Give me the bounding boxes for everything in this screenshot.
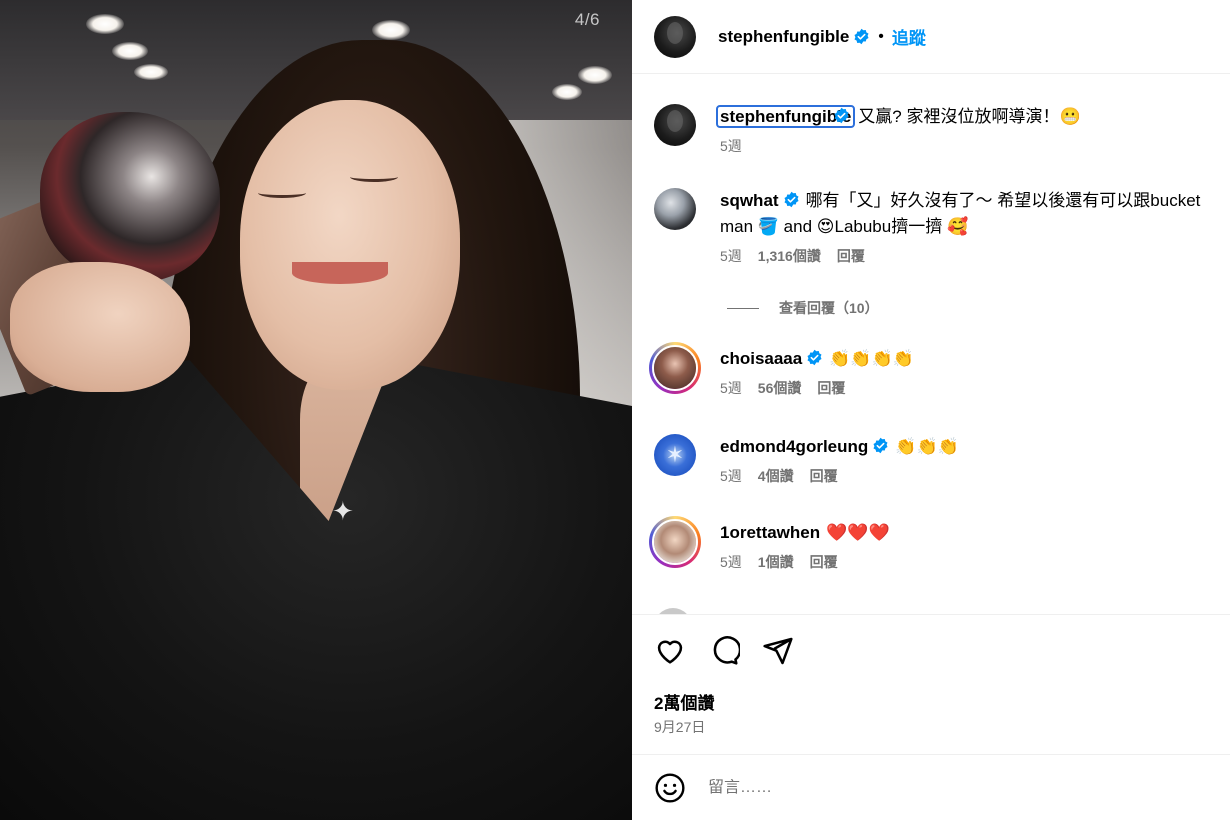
necklace-star-icon: ✦ (332, 496, 354, 526)
person-face (240, 100, 460, 390)
verified-badge-icon (873, 437, 888, 454)
emoji-icon[interactable] (654, 772, 686, 804)
post-photo[interactable]: ✦ 4/6 (0, 0, 632, 820)
ceiling-light (134, 64, 168, 80)
commenter-username[interactable]: sqwhat (720, 191, 779, 210)
post-header: stephenfungible • 追蹤 (632, 0, 1230, 74)
comment-age[interactable]: 5週 (720, 246, 742, 266)
comment-text: 👏👏👏👏 (829, 349, 914, 368)
author-username[interactable]: stephenfungible (718, 27, 849, 47)
commenter-username[interactable]: choisaaaa (720, 349, 802, 368)
ceiling-light (86, 14, 124, 34)
commenter-avatar (654, 521, 696, 563)
comment-composer (632, 754, 1230, 820)
view-replies-label: 查看回覆（10） (779, 300, 879, 316)
trophy (40, 112, 220, 282)
photo-counter: 4/6 (574, 10, 600, 29)
commenter-avatar[interactable] (654, 188, 696, 230)
share-icon[interactable] (762, 635, 794, 667)
dancer-icon: ✶ (665, 442, 685, 467)
commenter-avatar[interactable]: ✶ (654, 434, 696, 476)
commenter-avatar (654, 347, 696, 389)
comment-item: sqwhat 哪有「又」好久沒有了～ 希望以後還有可以跟bucket man 🪣 … (654, 188, 1210, 266)
reply-button[interactable]: 回覆 (810, 466, 838, 486)
ceiling-light (372, 20, 410, 40)
heart-icon[interactable] (654, 635, 686, 667)
commenter-username[interactable]: 1orettawhen (720, 523, 820, 542)
comment-likes[interactable]: 1個讚 (758, 552, 794, 572)
comment-text: ❤️❤️❤️ (826, 523, 890, 542)
story-ring[interactable] (649, 516, 701, 568)
comment-age[interactable]: 5週 (720, 552, 742, 572)
comment-item: 1orettawhen ❤️❤️❤️ 5週 1個讚 回覆 (649, 516, 1210, 572)
story-ring[interactable] (649, 342, 701, 394)
likes-count[interactable]: 2萬個讚 (654, 689, 714, 714)
comment-age[interactable]: 5週 (720, 378, 742, 398)
person-smile (292, 262, 388, 284)
reply-button[interactable]: 回覆 (810, 552, 838, 572)
author-avatar[interactable] (654, 15, 696, 58)
comment-item: ✶ edmond4gorleung 👏👏👏 5週 4個讚 回覆 (654, 434, 1210, 486)
reply-button[interactable]: 回覆 (837, 246, 865, 266)
post-actions: 2萬個讚 9月27日 (632, 614, 1230, 754)
ceiling-light (112, 42, 148, 60)
comment-likes[interactable]: 1,316個讚 (758, 246, 821, 266)
ceiling-light (578, 66, 612, 84)
ceiling-light (552, 84, 582, 100)
comment-text: 又贏? 家裡沒位放啊導演！😬 (858, 107, 1081, 126)
view-replies-button[interactable]: 查看回覆（10） (727, 298, 879, 318)
verified-badge-icon (784, 191, 799, 208)
reply-button[interactable]: 回覆 (817, 378, 845, 398)
post-viewer: ✦ 4/6 stephenfungible • 追蹤 stephenfungib… (0, 0, 1230, 820)
comment-icon[interactable] (708, 635, 742, 667)
person-eye (350, 172, 398, 182)
comment-input[interactable] (708, 778, 1108, 797)
verified-badge-icon (854, 28, 869, 45)
commenter-avatar[interactable] (654, 104, 696, 146)
verified-badge-icon (807, 349, 822, 366)
follow-button[interactable]: 追蹤 (892, 24, 926, 49)
person-hand (10, 262, 190, 392)
post-date[interactable]: 9月27日 (654, 717, 705, 737)
replies-divider (727, 307, 759, 309)
comment-item: choisaaaa 👏👏👏👏 5週 56個讚 回覆 (649, 342, 1210, 398)
comment-age[interactable]: 5週 (720, 136, 742, 156)
comment-age[interactable]: 5週 (720, 466, 742, 486)
comment-text: 👏👏👏 (895, 437, 959, 456)
comment-likes[interactable]: 56個讚 (758, 378, 802, 398)
comments-list[interactable]: stephenfungible 又贏? 家裡沒位放啊導演！😬 5週 sqwhat 哪… (632, 74, 1230, 614)
commenter-username[interactable]: edmond4gorleung (720, 437, 868, 456)
post-side-panel: stephenfungible • 追蹤 stephenfungible 又贏? … (632, 0, 1230, 820)
person-eye (258, 188, 306, 198)
verified-badge-icon (834, 107, 849, 124)
comment-likes[interactable]: 4個讚 (758, 466, 794, 486)
separator-dot: • (878, 27, 884, 45)
comment-item: stephenfungible 又贏? 家裡沒位放啊導演！😬 5週 (654, 104, 1210, 156)
